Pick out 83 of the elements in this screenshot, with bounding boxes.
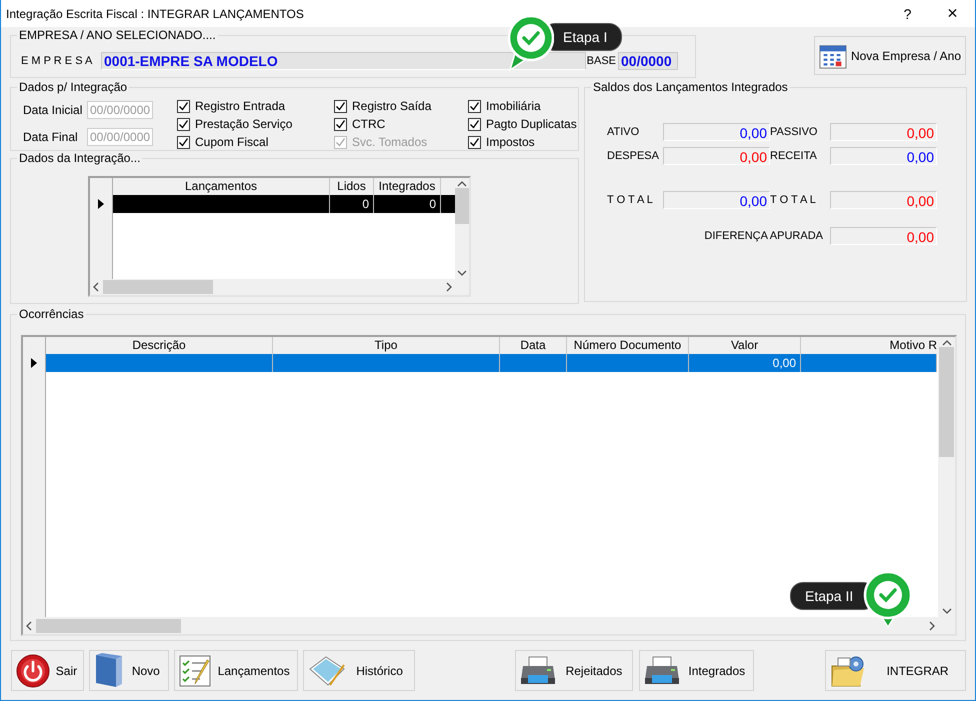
window-title: Integração Escrita Fiscal : INTEGRAR LANÇAMENTOS <box>6 6 305 20</box>
toolbar-button[interactable]: Integrados <box>639 650 754 691</box>
table-cell: 0 <box>330 195 374 213</box>
balance-label: PASSIVO <box>770 126 818 138</box>
table-row[interactable]: 0,00 <box>23 354 938 372</box>
date-label: Data Final <box>23 130 79 144</box>
scroll-down-icon[interactable] <box>457 269 467 277</box>
checkbox[interactable] <box>468 100 481 112</box>
scroll-right-icon[interactable] <box>445 282 453 292</box>
balance-field: 0,00 <box>663 123 770 141</box>
checkbox-label: Registro Entrada <box>195 99 286 113</box>
company-field[interactable]: 0001-EMPRE SA MODELO <box>101 52 586 70</box>
balance-label: T O T A L <box>770 194 817 206</box>
checkbox[interactable] <box>334 100 347 112</box>
checkbox-label: Cupom Fiscal <box>195 135 268 149</box>
difference-label: DIFERENÇA APURADA <box>704 230 823 242</box>
notepad-icon <box>308 654 346 686</box>
checkbox-label: Prestação Serviço <box>195 117 292 131</box>
group-title: Saldos dos Lançamentos Integrados <box>591 80 790 94</box>
scroll-left-icon[interactable] <box>25 620 33 630</box>
toolbar-button[interactable]: Rejeitados <box>514 650 634 691</box>
group-title: EMPRESA / ANO SELECIONADO.... <box>17 28 218 42</box>
column-header[interactable]: Motivo R <box>801 337 937 354</box>
close-button[interactable]: × <box>930 3 975 24</box>
balance-field: 0,00 <box>830 123 937 141</box>
scroll-up-icon[interactable] <box>942 339 952 347</box>
checkbox-label: Impostos <box>486 135 535 149</box>
table-cell: 0 <box>374 195 441 213</box>
horizontal-scrollbar[interactable] <box>23 617 938 634</box>
company-label: E M P R E S A <box>21 55 94 67</box>
toolbar-button[interactable]: Lançamentos <box>174 650 298 691</box>
base-label: BASE <box>586 55 617 67</box>
scroll-right-icon[interactable] <box>928 620 936 630</box>
balance-label: ATIVO <box>607 126 640 138</box>
checkbox-label: Imobiliária <box>486 99 541 113</box>
checkbox-label: Pagto Duplicatas <box>486 117 577 131</box>
toolbar-button[interactable]: Sair <box>11 650 84 691</box>
balance-field: 0,00 <box>663 147 770 165</box>
checkbox[interactable] <box>468 118 481 130</box>
power-icon <box>16 654 50 688</box>
date-field[interactable]: 00/00/0000 <box>87 128 153 146</box>
checkbox[interactable] <box>177 136 190 148</box>
checkbox[interactable] <box>334 118 347 130</box>
table-cell: 0,00 <box>689 354 801 372</box>
table-cell <box>500 354 567 372</box>
scroll-up-icon[interactable] <box>457 180 467 188</box>
date-label: Data Inicial <box>23 102 84 117</box>
checkbox-label: Registro Saída <box>352 99 432 113</box>
balance-label: T O T A L <box>607 194 654 206</box>
new-company-button[interactable]: Nova Empresa / Ano <box>814 36 966 75</box>
group-title: Ocorrências <box>17 307 86 321</box>
balance-field: 0,00 <box>830 191 937 209</box>
checklist-icon <box>178 654 211 686</box>
horizontal-scrollbar[interactable] <box>90 279 455 295</box>
checkbox-label: Svc. Tomados <box>352 135 428 149</box>
scroll-left-icon[interactable] <box>92 282 100 292</box>
checkbox-label: CTRC <box>352 117 386 131</box>
table-cell <box>441 195 455 213</box>
group-title: Dados p/ Integração <box>17 80 130 94</box>
base-field[interactable]: 00/0000 <box>618 52 678 70</box>
date-field[interactable]: 00/00/0000 <box>87 100 153 119</box>
toolbar-button[interactable]: Novo <box>88 650 169 691</box>
checkbox[interactable] <box>177 100 190 112</box>
printer-icon <box>520 656 556 686</box>
vertical-scrollbar[interactable] <box>938 337 955 617</box>
toolbar-button[interactable]: Histórico <box>302 650 414 691</box>
row-pointer-icon <box>31 358 37 368</box>
balance-label: RECEITA <box>770 150 818 162</box>
help-button[interactable]: ? <box>885 6 930 22</box>
vertical-scrollbar[interactable] <box>455 178 469 279</box>
balance-field: 0,00 <box>663 191 770 209</box>
table-row[interactable]: 0 0 <box>90 195 455 213</box>
difference-field: 0,00 <box>830 227 937 245</box>
checkbox[interactable] <box>177 118 190 130</box>
balance-label: DESPESA <box>607 150 660 162</box>
printer-icon <box>644 656 680 686</box>
checkbox[interactable] <box>468 136 481 148</box>
row-pointer-icon <box>98 199 104 209</box>
scroll-down-icon[interactable] <box>942 607 952 615</box>
balance-field: 0,00 <box>830 147 937 165</box>
group-title: Dados da Integração... <box>17 151 142 165</box>
book-icon <box>94 652 124 688</box>
integrate-button[interactable]: INTEGRAR <box>825 650 966 691</box>
